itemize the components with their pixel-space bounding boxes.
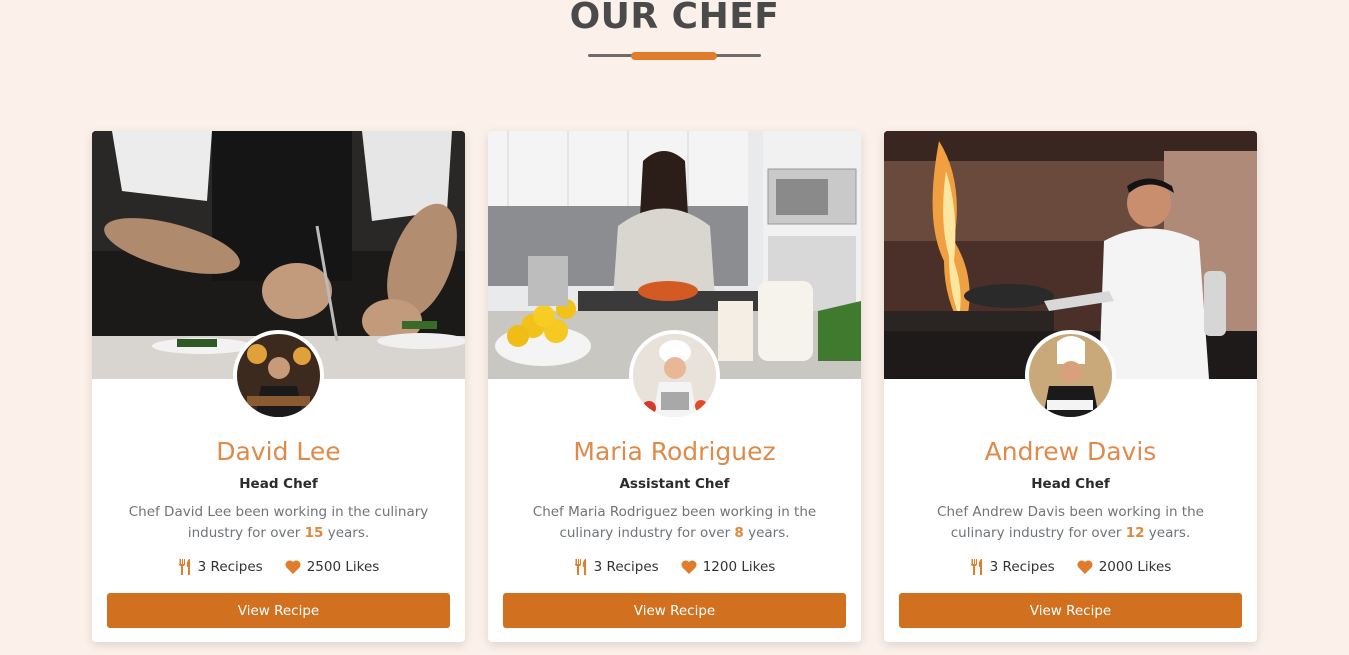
- view-recipe-button[interactable]: View Recipe: [503, 593, 846, 628]
- chef-bio-suffix: years.: [323, 525, 370, 541]
- chef-role: Head Chef: [1031, 476, 1110, 492]
- recipes-stat: 3 Recipes: [574, 559, 659, 575]
- chef-bio: Chef Maria Rodriguez been working in the…: [520, 502, 829, 544]
- chef-role: Head Chef: [239, 476, 318, 492]
- chef-bio: Chef Andrew Davis been working in the cu…: [916, 502, 1225, 544]
- chef-name: David Lee: [216, 437, 341, 466]
- chef-card: David Lee Head Chef Chef David Lee been …: [92, 131, 465, 642]
- heart-icon: [681, 560, 697, 574]
- chef-years: 8: [734, 525, 744, 541]
- utensils-icon: [574, 559, 586, 575]
- likes-stat: 2000 Likes: [1077, 559, 1172, 575]
- recipes-stat: 3 Recipes: [970, 559, 1055, 575]
- chef-name: Maria Rodriguez: [573, 437, 776, 466]
- chef-bio: Chef David Lee been working in the culin…: [124, 502, 433, 544]
- likes-count: 2500 Likes: [306, 559, 380, 575]
- recipes-count: 3 Recipes: [197, 559, 263, 575]
- title-underline-accent: [631, 52, 717, 60]
- chef-role: Assistant Chef: [619, 476, 730, 492]
- recipes-count: 3 Recipes: [989, 559, 1055, 575]
- chef-bio-suffix: years.: [743, 525, 790, 541]
- likes-stat: 2500 Likes: [285, 559, 380, 575]
- recipes-stat: 3 Recipes: [178, 559, 263, 575]
- heart-icon: [285, 560, 301, 574]
- likes-count: 1200 Likes: [702, 559, 776, 575]
- chef-bio-text: Chef David Lee been working in the culin…: [128, 504, 429, 541]
- heart-icon: [1077, 560, 1093, 574]
- chef-bio-suffix: years.: [1144, 525, 1191, 541]
- chef-name: Andrew Davis: [984, 437, 1157, 466]
- chef-years: 15: [304, 525, 324, 541]
- view-recipe-button[interactable]: View Recipe: [107, 593, 450, 628]
- chef-avatar: [629, 330, 720, 421]
- utensils-icon: [178, 559, 190, 575]
- chef-stats: 3 Recipes 2000 Likes: [884, 559, 1257, 575]
- view-recipe-button[interactable]: View Recipe: [899, 593, 1242, 628]
- recipes-count: 3 Recipes: [593, 559, 659, 575]
- chef-stats: 3 Recipes 1200 Likes: [488, 559, 861, 575]
- chef-avatar: [1025, 330, 1116, 421]
- chef-years: 12: [1125, 525, 1145, 541]
- chef-card: Maria Rodriguez Assistant Chef Chef Mari…: [488, 131, 861, 642]
- utensils-icon: [970, 559, 982, 575]
- likes-count: 2000 Likes: [1098, 559, 1172, 575]
- likes-stat: 1200 Likes: [681, 559, 776, 575]
- chef-avatar: [233, 330, 324, 421]
- chef-stats: 3 Recipes 2500 Likes: [92, 559, 465, 575]
- chef-card: Andrew Davis Head Chef Chef Andrew Davis…: [884, 131, 1257, 642]
- section-title: OUR CHEF: [569, 0, 780, 37]
